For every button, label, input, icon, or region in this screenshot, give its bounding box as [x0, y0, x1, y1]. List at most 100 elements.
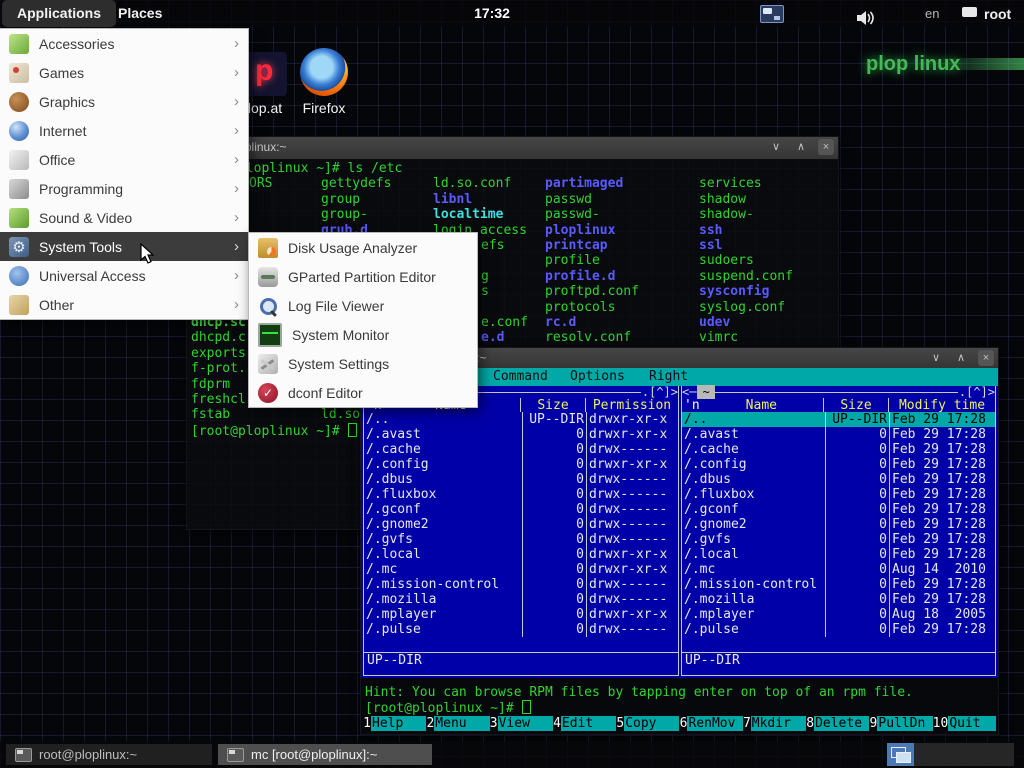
- close-icon[interactable]: ×: [818, 139, 834, 155]
- fkey-copy[interactable]: 5Copy: [616, 715, 679, 732]
- column-size[interactable]: Size: [823, 398, 888, 412]
- minimize-icon[interactable]: ∨: [928, 350, 944, 366]
- file-row[interactable]: /.mc0drwxr-xr-x: [364, 562, 678, 577]
- fkey-edit[interactable]: 4Edit: [553, 715, 616, 732]
- file-row[interactable]: /.mplayer0Aug 18 2005: [682, 607, 995, 622]
- column-size[interactable]: Size: [520, 398, 585, 412]
- file-row[interactable]: /.mplayer0drwxr-xr-x: [364, 607, 678, 622]
- menu-item-universal-access[interactable]: Universal Access›: [0, 261, 248, 290]
- menu-item-system-monitor[interactable]: System Monitor: [249, 320, 477, 349]
- mc-right-panel[interactable]: <─ ~ .[^]> 'nName Size Modify time /..UP…: [681, 386, 996, 676]
- menu-item-sound-video[interactable]: Sound & Video›: [0, 203, 248, 232]
- display-tray-icon[interactable]: [760, 5, 784, 23]
- menu-item-graphics[interactable]: Graphics›: [0, 87, 248, 116]
- menu-item-dconf-editor[interactable]: ✓dconf Editor: [249, 378, 477, 407]
- file-row[interactable]: /.gconf0Feb 29 17:28: [682, 502, 995, 517]
- file-row[interactable]: /.pulse0Feb 29 17:28: [682, 622, 995, 637]
- column-name[interactable]: Name: [700, 398, 823, 412]
- workspace-pager[interactable]: [887, 743, 914, 766]
- panel-column-headers[interactable]: 'nName Size Modify time: [682, 398, 995, 412]
- file-row[interactable]: /.config0drwxr-xr-x: [364, 457, 678, 472]
- fkey-help[interactable]: 1Help: [363, 715, 426, 732]
- gparted-icon: [258, 267, 278, 287]
- file-row[interactable]: /.mission-control0drwx------: [364, 577, 678, 592]
- chevron-right-icon: ›: [234, 35, 239, 52]
- fkey-view[interactable]: 3View: [490, 715, 553, 732]
- menu-item-gparted[interactable]: GParted Partition Editor: [249, 262, 477, 291]
- close-icon[interactable]: ×: [978, 350, 994, 366]
- fkey-label: Mkdir: [751, 716, 806, 731]
- menu-item-internet[interactable]: Internet›: [0, 116, 248, 145]
- file-detail: Feb 29 17:28: [889, 427, 995, 442]
- fkey-menu[interactable]: 2Menu: [426, 715, 489, 732]
- file-name: /..: [682, 412, 825, 427]
- file-name: /.gconf: [364, 502, 522, 517]
- file-row[interactable]: /.mozilla0drwx------: [364, 592, 678, 607]
- file-row[interactable]: /.cache0Feb 29 17:28: [682, 442, 995, 457]
- file-row[interactable]: /.gvfs0Feb 29 17:28: [682, 532, 995, 547]
- fkey-mkdir[interactable]: 7Mkdir: [743, 715, 806, 732]
- file-row[interactable]: /.fluxbox0Feb 29 17:28: [682, 487, 995, 502]
- file-row[interactable]: /.pulse0drwx------: [364, 622, 678, 637]
- chat-bubble-icon[interactable]: [962, 7, 977, 17]
- applications-menu-button[interactable]: Applications: [2, 0, 116, 27]
- fkey-quit[interactable]: 10Quit: [933, 715, 996, 732]
- file-row[interactable]: /.gnome20drwx------: [364, 517, 678, 532]
- username-menu[interactable]: root: [984, 0, 1011, 27]
- keyboard-layout-indicator[interactable]: en: [925, 0, 939, 27]
- fkey-label: Edit: [561, 716, 616, 731]
- file-row[interactable]: /.local0drwxr-xr-x: [364, 547, 678, 562]
- menu-item-other[interactable]: Other›: [0, 290, 248, 319]
- file-row[interactable]: /..UP--DIRdrwxr-xr-x: [364, 412, 678, 427]
- maximize-icon[interactable]: ∧: [953, 350, 969, 366]
- taskbar-item-terminal[interactable]: root@ploplinux:~: [6, 744, 212, 765]
- column-modify-time[interactable]: Modify time: [888, 398, 995, 412]
- fkey-renmov[interactable]: 6RenMov: [679, 715, 742, 732]
- chevron-right-icon: ›: [234, 180, 239, 197]
- file-row[interactable]: /.config0Feb 29 17:28: [682, 457, 995, 472]
- text-cursor: [522, 700, 531, 714]
- menu-item-office[interactable]: Office›: [0, 145, 248, 174]
- file-row[interactable]: /.dbus0drwx------: [364, 472, 678, 487]
- desktop-icon-firefox[interactable]: Firefox: [296, 48, 352, 116]
- mc-command-line[interactable]: [root@ploplinux ~]#: [365, 700, 531, 716]
- menu-item-system-tools[interactable]: ⚙System Tools›: [0, 232, 248, 261]
- menu-item-games[interactable]: Games›: [0, 58, 248, 87]
- menu-item-log-file-viewer[interactable]: Log File Viewer: [249, 291, 477, 320]
- menu-item-system-settings[interactable]: System Settings: [249, 349, 477, 378]
- terminal-text: f-prot.: [191, 361, 246, 376]
- fkey-pulldn[interactable]: 9PullDn: [869, 715, 932, 732]
- current-path[interactable]: ~: [697, 385, 714, 399]
- taskbar-item-mc[interactable]: mc [root@ploplinux]:~: [218, 744, 432, 765]
- terminal-titlebar[interactable]: root@ploplinux:~ ∨ ∧ ×: [187, 137, 838, 160]
- mc-menu-command[interactable]: Command: [493, 369, 548, 384]
- terminal-text: group: [321, 192, 360, 207]
- file-row[interactable]: /.gvfs0drwx------: [364, 532, 678, 547]
- menu-item-disk-usage-analyzer[interactable]: Disk Usage Analyzer: [249, 233, 477, 262]
- file-row[interactable]: /.gconf0drwx------: [364, 502, 678, 517]
- volume-icon[interactable]: [855, 4, 879, 31]
- column-permission[interactable]: Permission: [585, 398, 678, 412]
- minimize-icon[interactable]: ∨: [768, 139, 784, 155]
- fkey-delete[interactable]: 8Delete: [806, 715, 869, 732]
- file-row[interactable]: /.mc0Aug 14 2010: [682, 562, 995, 577]
- file-row[interactable]: /.local0Feb 29 17:28: [682, 547, 995, 562]
- maximize-icon[interactable]: ∧: [793, 139, 809, 155]
- file-row[interactable]: /..UP--DIRFeb 29 17:28: [682, 412, 995, 427]
- file-row[interactable]: /.cache0drwx------: [364, 442, 678, 457]
- file-row[interactable]: /.gnome20Feb 29 17:28: [682, 517, 995, 532]
- menu-item-accessories[interactable]: Accessories›: [0, 29, 248, 58]
- places-menu-button[interactable]: Places: [118, 0, 162, 27]
- mc-left-panel[interactable]: .[^]> 'nName Size Permission /..UP--DIRd…: [363, 386, 679, 676]
- file-row[interactable]: /.fluxbox0drwx------: [364, 487, 678, 502]
- terminal-text: udev: [699, 315, 730, 330]
- mc-menu-options[interactable]: Options: [570, 369, 625, 384]
- file-row[interactable]: /.mission-control0Feb 29 17:28: [682, 577, 995, 592]
- file-row[interactable]: /.avast0drwxr-xr-x: [364, 427, 678, 442]
- file-row[interactable]: /.avast0Feb 29 17:28: [682, 427, 995, 442]
- mc-menu-right[interactable]: Right: [649, 369, 688, 384]
- file-row[interactable]: /.mozilla0Feb 29 17:28: [682, 592, 995, 607]
- menu-item-programming[interactable]: Programming›: [0, 174, 248, 203]
- file-row[interactable]: /.dbus0Feb 29 17:28: [682, 472, 995, 487]
- clock[interactable]: 17:32: [462, 0, 522, 27]
